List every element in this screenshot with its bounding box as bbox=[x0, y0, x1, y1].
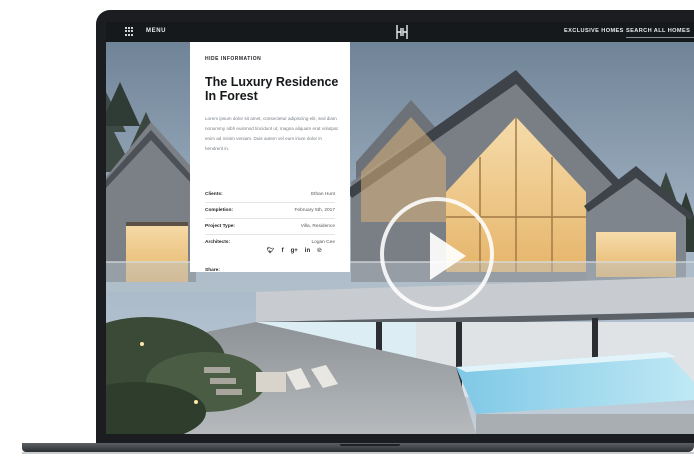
detail-row-clients: Clients: Ethan Hunt bbox=[205, 187, 335, 203]
detail-row-completion: Completion: February 5th, 2017 bbox=[205, 203, 335, 219]
share-icons: 🐦︎ f g+ in ℗ bbox=[267, 247, 322, 255]
grid-menu-icon[interactable] bbox=[125, 27, 134, 36]
laptop-screen: MENU EXCLUSIVE HOMES SEARCH ALL HOMES HI… bbox=[106, 22, 694, 434]
brand-logo-icon[interactable] bbox=[394, 24, 410, 40]
laptop-base-edge bbox=[22, 452, 694, 454]
project-info-card: HIDE INFORMATION The Luxury Residence In… bbox=[190, 42, 350, 273]
top-navigation-bar: MENU EXCLUSIVE HOMES SEARCH ALL HOMES bbox=[106, 22, 694, 42]
detail-label: Completion: bbox=[205, 208, 233, 213]
pinterest-icon[interactable]: ℗ bbox=[317, 247, 321, 255]
facebook-icon[interactable]: f bbox=[282, 247, 284, 255]
project-title-line2: In Forest bbox=[205, 89, 258, 103]
detail-value: Villa, Residence bbox=[300, 224, 335, 229]
hide-information-link[interactable]: HIDE INFORMATION bbox=[205, 56, 261, 62]
detail-value: February 5th, 2017 bbox=[294, 208, 335, 213]
detail-label: Architects: bbox=[205, 240, 231, 245]
play-icon bbox=[430, 232, 466, 280]
project-title: The Luxury Residence In Forest bbox=[205, 75, 345, 103]
google-plus-icon[interactable]: g+ bbox=[291, 247, 298, 255]
detail-label: Project Type: bbox=[205, 224, 236, 229]
share-label: Share: bbox=[205, 268, 220, 273]
play-video-button[interactable] bbox=[380, 197, 494, 311]
nav-exclusive-homes[interactable]: EXCLUSIVE HOMES bbox=[564, 28, 624, 34]
menu-button[interactable]: MENU bbox=[146, 28, 166, 34]
laptop-base-notch bbox=[340, 444, 400, 446]
detail-row-project-type: Project Type: Villa, Residence bbox=[205, 219, 335, 235]
project-description: Lorem ipsum dolor sit amet, consectetur … bbox=[205, 116, 338, 151]
detail-value: Ethan Hunt bbox=[310, 192, 335, 197]
linkedin-icon[interactable]: in bbox=[305, 247, 310, 255]
nav-search-all-homes[interactable]: SEARCH ALL HOMES bbox=[626, 28, 690, 34]
active-nav-indicator bbox=[626, 37, 694, 38]
detail-value: Logan Cee bbox=[311, 240, 335, 245]
twitter-icon[interactable]: 🐦︎ bbox=[267, 247, 275, 255]
detail-label: Clients: bbox=[205, 192, 223, 197]
project-title-line1: The Luxury Residence bbox=[205, 75, 339, 89]
